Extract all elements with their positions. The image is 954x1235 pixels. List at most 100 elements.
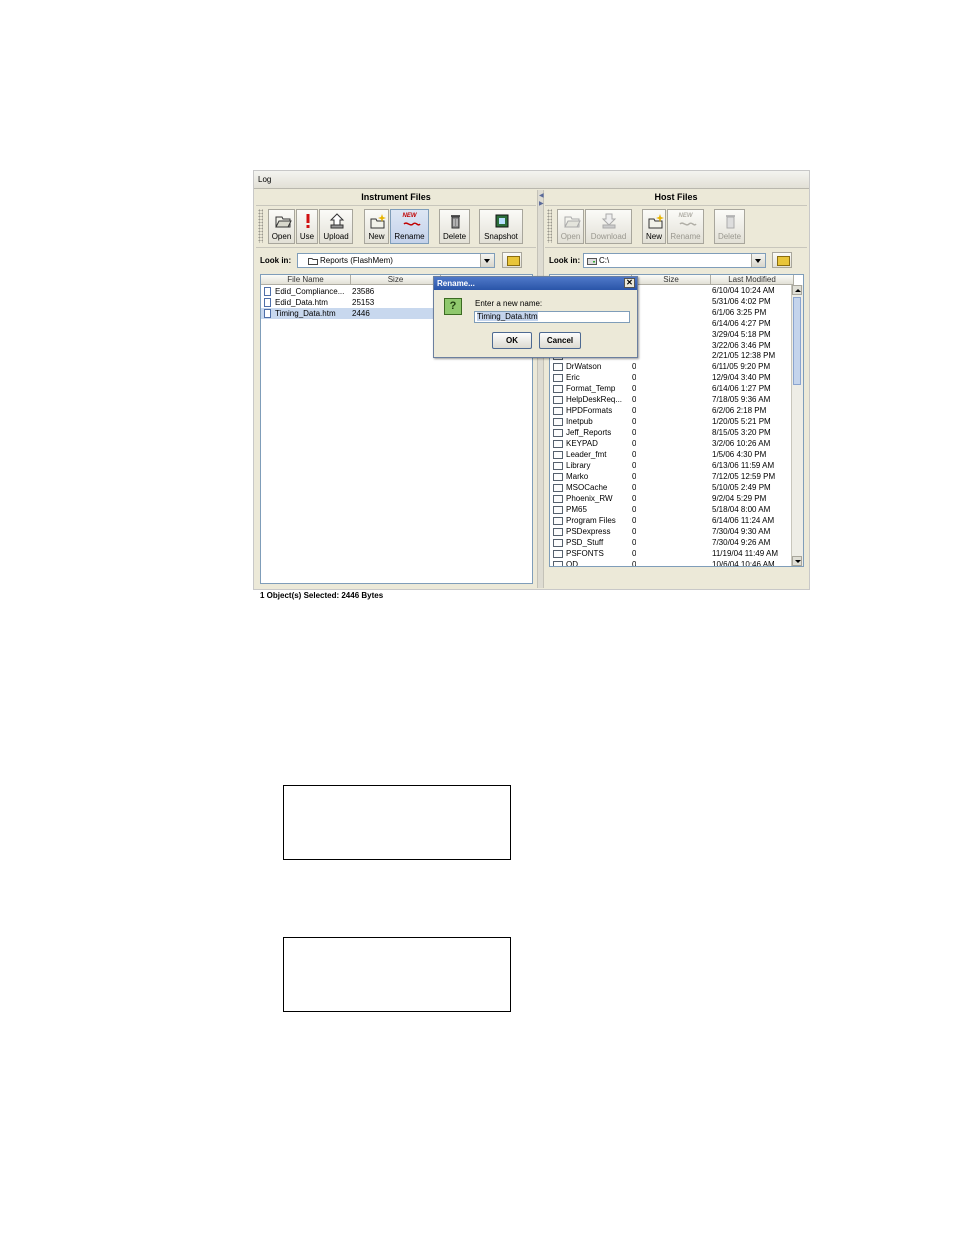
folder-icon — [553, 484, 563, 492]
ok-button[interactable]: OK — [492, 332, 532, 349]
scroll-thumb[interactable] — [793, 297, 801, 385]
host-up-folder-button[interactable] — [772, 252, 792, 268]
folder-icon — [553, 396, 563, 404]
list-item[interactable]: Inetpub 0 1/20/05 5:21 PM — [550, 416, 803, 427]
collapse-right-icon[interactable]: ▶ — [539, 201, 544, 207]
instrument-look-in-row: Look in: Reports (FlashMem) — [256, 249, 536, 271]
host-rename-button[interactable]: NEW Rename — [667, 209, 704, 244]
exclamation-icon — [297, 213, 317, 229]
list-item[interactable]: PM65 0 5/18/04 8:00 AM — [550, 504, 803, 515]
host-delete-button[interactable]: Delete — [714, 209, 745, 244]
list-item[interactable]: Eric 0 12/9/04 3:40 PM — [550, 372, 803, 383]
instrument-up-folder-button[interactable] — [502, 252, 522, 268]
toolbar-grip[interactable] — [258, 209, 263, 243]
instrument-toolbar: Open Use Upload New NEW Rename Delete Sn… — [256, 207, 536, 248]
split-pane-divider[interactable]: ◀ ▶ — [537, 190, 544, 588]
snapshot-icon — [480, 213, 522, 229]
look-in-label: Look in: — [260, 256, 292, 265]
document-icon — [264, 298, 271, 307]
instrument-delete-button[interactable]: Delete — [439, 209, 470, 244]
list-item[interactable]: Jeff_Reports 0 8/15/05 3:20 PM — [550, 427, 803, 438]
column-header-last-modified[interactable]: Last Modified — [711, 275, 794, 285]
folder-icon — [553, 440, 563, 448]
folder-icon — [553, 407, 563, 415]
file-manager-window: Log Instrument Files Open Use Upload New — [253, 170, 810, 600]
column-header-size[interactable]: Size — [632, 275, 711, 285]
open-folder-icon — [558, 213, 583, 229]
instrument-snapshot-button[interactable]: Snapshot — [479, 209, 523, 244]
instrument-use-button[interactable]: Use — [296, 209, 318, 244]
folder-icon — [553, 473, 563, 481]
column-header-file-name[interactable]: File Name — [261, 275, 351, 285]
list-item[interactable]: MSOCache 0 5/10/05 2:49 PM — [550, 482, 803, 493]
host-look-in-select[interactable]: C:\ — [583, 253, 766, 268]
cancel-button[interactable]: Cancel — [539, 332, 581, 349]
dialog-title: Rename... — [437, 279, 475, 288]
new-name-input[interactable]: Timing_Data.htm — [474, 311, 630, 323]
column-header-size[interactable]: Size — [351, 275, 441, 285]
scroll-down-icon[interactable] — [792, 556, 802, 566]
list-item[interactable]: PSD_Stuff 0 7/30/04 9:26 AM — [550, 537, 803, 548]
instrument-look-in-select[interactable]: Reports (FlashMem) — [297, 253, 495, 268]
rename-icon: NEW — [668, 213, 703, 229]
chevron-down-icon[interactable] — [480, 254, 494, 267]
folder-icon — [553, 374, 563, 382]
download-icon — [586, 213, 631, 229]
new-folder-icon — [643, 213, 665, 229]
host-look-in-row: Look in: C:\ — [545, 249, 807, 271]
host-download-button[interactable]: Download — [585, 209, 632, 244]
toolbar-grip[interactable] — [547, 209, 552, 243]
list-item[interactable]: HelpDeskReq... 0 7/18/05 9:36 AM — [550, 394, 803, 405]
rename-dialog: Rename... ✕ ? Enter a new name: Timing_D… — [433, 276, 638, 358]
host-files-title: Host Files — [545, 190, 807, 206]
empty-callout-box — [283, 937, 511, 1012]
list-item[interactable]: HPDFormats 0 6/2/06 2:18 PM — [550, 405, 803, 416]
list-item[interactable]: QD 0 10/6/04 10:46 AM — [550, 559, 803, 566]
scroll-up-icon[interactable] — [792, 285, 802, 295]
list-item[interactable]: Format_Temp 0 6/14/06 1:27 PM — [550, 383, 803, 394]
list-item[interactable]: PSFONTS 0 11/19/04 11:49 AM — [550, 548, 803, 559]
question-icon: ? — [444, 298, 462, 315]
instrument-new-button[interactable]: New — [364, 209, 389, 244]
list-item[interactable]: Leader_fmt 0 1/5/06 4:30 PM — [550, 449, 803, 460]
document-icon — [264, 287, 271, 296]
rename-icon: NEW — [391, 213, 428, 229]
drive-icon — [587, 258, 597, 265]
close-icon[interactable]: ✕ — [624, 278, 635, 288]
host-open-button[interactable]: Open — [557, 209, 584, 244]
list-item[interactable]: Marko 0 7/12/05 12:59 PM — [550, 471, 803, 482]
log-label: Log — [258, 175, 272, 184]
host-files-pane: Host Files Open Download New NEW Rename — [545, 190, 807, 588]
dialog-title-bar[interactable]: Rename... ✕ — [434, 277, 637, 290]
list-item[interactable]: DrWatson 0 6/11/05 9:20 PM — [550, 361, 803, 372]
log-bar[interactable]: Log — [254, 171, 809, 189]
folder-icon — [553, 385, 563, 393]
instrument-upload-button[interactable]: Upload — [319, 209, 353, 244]
folder-icon — [553, 429, 563, 437]
host-new-button[interactable]: New — [642, 209, 666, 244]
open-folder-icon — [269, 213, 294, 229]
collapse-left-icon[interactable]: ◀ — [539, 193, 544, 199]
instrument-files-title: Instrument Files — [256, 190, 536, 206]
folder-icon — [553, 418, 563, 426]
up-folder-icon — [507, 256, 520, 266]
list-item[interactable]: KEYPAD 0 3/2/06 10:26 AM — [550, 438, 803, 449]
folder-icon — [553, 561, 563, 566]
folder-icon — [553, 462, 563, 470]
host-scrollbar[interactable] — [791, 285, 803, 566]
list-item[interactable]: Library 0 6/13/06 11:59 AM — [550, 460, 803, 471]
folder-icon — [308, 258, 318, 265]
list-item[interactable]: Program Files 0 6/14/06 11:24 AM — [550, 515, 803, 526]
empty-callout-box — [283, 785, 511, 860]
instrument-rename-button[interactable]: NEW Rename — [390, 209, 429, 244]
folder-icon — [553, 451, 563, 459]
chevron-down-icon[interactable] — [751, 254, 765, 267]
folder-icon — [553, 539, 563, 547]
list-item[interactable]: PSDexpress 0 7/30/04 9:30 AM — [550, 526, 803, 537]
list-item[interactable]: Phoenix_RW 0 9/2/04 5:29 PM — [550, 493, 803, 504]
instrument-open-button[interactable]: Open — [268, 209, 295, 244]
folder-icon — [553, 363, 563, 371]
up-folder-icon — [777, 256, 790, 266]
look-in-label: Look in: — [549, 256, 581, 265]
folder-icon — [553, 506, 563, 514]
